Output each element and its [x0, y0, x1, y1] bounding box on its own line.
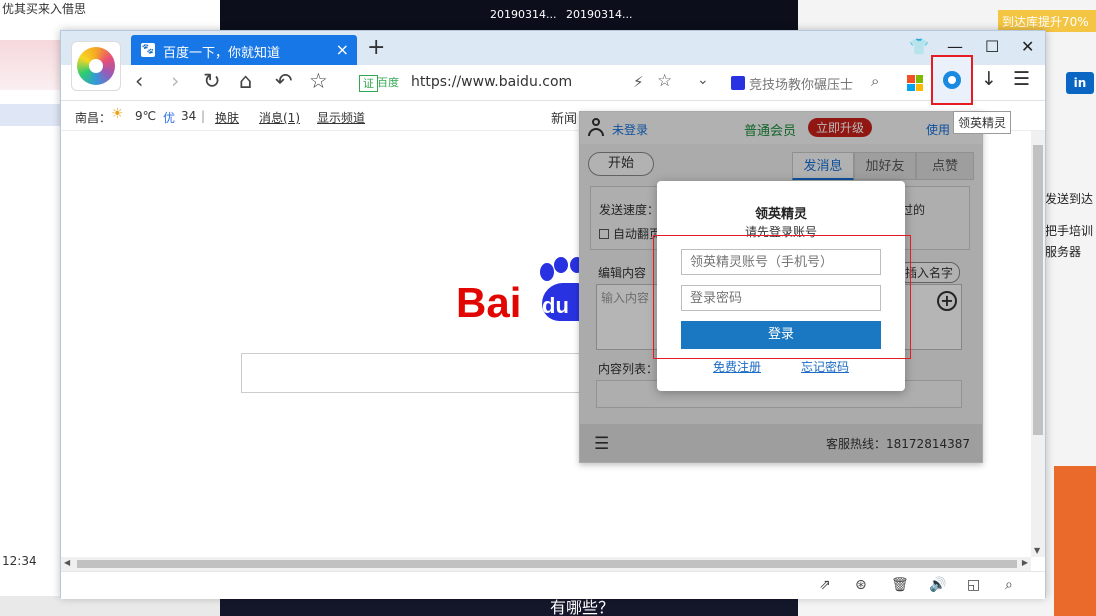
background-time: 12:34 [2, 554, 37, 568]
sound-icon[interactable]: 🔊 [929, 577, 946, 593]
speed-mode-icon[interactable]: ⚡ [633, 73, 644, 91]
scroll-right-icon[interactable]: ▶ [1022, 558, 1028, 567]
city-label: 南昌： [75, 111, 112, 125]
background-news-item: 服务器 [1045, 245, 1082, 259]
search-box[interactable]: 竞技场教你碾压士 ⌕ [727, 69, 891, 97]
horizontal-scrollbar[interactable]: ◀ ▶ [61, 557, 1031, 571]
title-bar: 🐾 百度一下，你就知道 × + 👕 — ☐ ✕ [61, 31, 1045, 65]
close-tab-icon[interactable]: × [336, 40, 349, 59]
background-banner: 到达库提升70% [998, 10, 1096, 32]
baidu-search-icon [731, 76, 745, 90]
browser-window: 🐾 百度一下，你就知道 × + 👕 — ☐ ✕ ‹ › ↻ ⌂ ↶ ☆ 证 百度… [60, 30, 1046, 599]
scroll-thumb[interactable] [77, 560, 1017, 568]
air-quality-label: 优 [163, 111, 176, 125]
highlight-box [653, 235, 911, 359]
weather-sunny-icon: ☀ [111, 106, 124, 122]
scroll-left-icon[interactable]: ◀ [64, 558, 70, 567]
background-bottom-strip: 有哪些？ [220, 596, 798, 616]
maximize-button[interactable]: ☐ [985, 37, 999, 56]
linkedin-icon: in [1066, 72, 1094, 94]
tab-title: 百度一下，你就知道 [163, 46, 281, 61]
trash-icon[interactable]: 🗑 [891, 577, 909, 593]
extension-tooltip: 领英精灵 [953, 111, 1012, 134]
background-image-block [1054, 466, 1096, 616]
download-icon[interactable]: ↓ [981, 68, 997, 90]
background-video-label: 20190314... [566, 8, 633, 21]
apps-grid-icon[interactable] [907, 75, 923, 91]
browser-logo[interactable] [71, 41, 121, 91]
toolbar: ‹ › ↻ ⌂ ↶ ☆ 证 百度 https://www.baidu.com ⚡… [61, 65, 1045, 101]
rocket-icon[interactable]: ⇗ [819, 577, 831, 593]
extension-logo-icon [943, 71, 961, 89]
certificate-badge[interactable]: 证 [359, 75, 378, 92]
baidu-favicon-icon: 🐾 [141, 43, 155, 57]
address-bar[interactable]: 证 百度 https://www.baidu.com ⚡ ☆ ⌄ [351, 69, 721, 97]
news-link[interactable]: 新闻 [551, 108, 577, 127]
background-video-label: 20190314... [490, 8, 557, 21]
skin-link[interactable]: 换肤 [215, 109, 239, 126]
temperature: 9℃ [135, 109, 157, 123]
background-selected-row [0, 104, 60, 126]
scroll-down-icon[interactable]: ▼ [1034, 546, 1040, 555]
separator: | [201, 109, 206, 123]
background-text: 优其买来入借思 [2, 2, 87, 16]
register-link[interactable]: 免费注册 [713, 358, 761, 375]
baidu-search-input[interactable] [241, 353, 601, 393]
search-icon[interactable]: ⌕ [871, 72, 879, 90]
linkedin-sprite-extension-button[interactable] [931, 55, 973, 105]
chevron-down-icon[interactable]: ⌄ [697, 72, 709, 88]
site-label: 百度 [377, 76, 399, 89]
show-channel-link[interactable]: 显示频道 [317, 109, 365, 126]
forgot-password-link[interactable]: 忘记密码 [801, 358, 849, 375]
search-icon[interactable]: ⌕ [1005, 577, 1013, 593]
reload-button[interactable]: ↻ [203, 69, 221, 93]
air-quality-value: 34 [181, 109, 197, 123]
browser-logo-icon [77, 47, 115, 85]
skin-icon[interactable]: 👕 [909, 37, 929, 56]
search-input[interactable]: 竞技场教你碾压士 [749, 74, 869, 93]
favorites-button[interactable]: ☆ [309, 69, 328, 93]
background-news-item: 把手培训 [1045, 224, 1094, 238]
window-icon[interactable]: ◱ [967, 577, 980, 593]
minimize-button[interactable]: — [947, 37, 963, 56]
dialog-title: 领英精灵 [754, 207, 807, 222]
baidu-logo-du: du [542, 293, 569, 318]
new-tab-button[interactable]: + [367, 35, 385, 60]
background-video-strip: 20190314... 20190314... [220, 0, 798, 34]
close-window-button[interactable]: ✕ [1021, 37, 1034, 56]
background-news-item: 发送到达 [1045, 192, 1094, 206]
status-bar: ⇗ ⊛ 🗑 🔊 ◱ ⌕ [61, 571, 1045, 599]
speed-icon[interactable]: ⊛ [855, 577, 867, 593]
bookmark-star-icon[interactable]: ☆ [657, 71, 672, 91]
scroll-thumb[interactable] [1033, 145, 1043, 435]
home-button[interactable]: ⌂ [239, 69, 252, 93]
baidu-logo-text: Bai [456, 279, 522, 326]
undo-close-button[interactable]: ↶ [275, 69, 293, 93]
menu-icon[interactable]: ☰ [1013, 68, 1030, 90]
background-taskbar-strip [0, 596, 220, 616]
back-button[interactable]: ‹ [135, 69, 143, 93]
vertical-scrollbar[interactable]: ▼ [1031, 131, 1045, 557]
background-blur-block [0, 40, 60, 90]
messages-link[interactable]: 消息(1) [259, 109, 300, 126]
forward-button[interactable]: › [171, 69, 179, 93]
tab-baidu[interactable]: 🐾 百度一下，你就知道 × [131, 35, 357, 65]
url-text[interactable]: https://www.baidu.com [411, 74, 572, 90]
